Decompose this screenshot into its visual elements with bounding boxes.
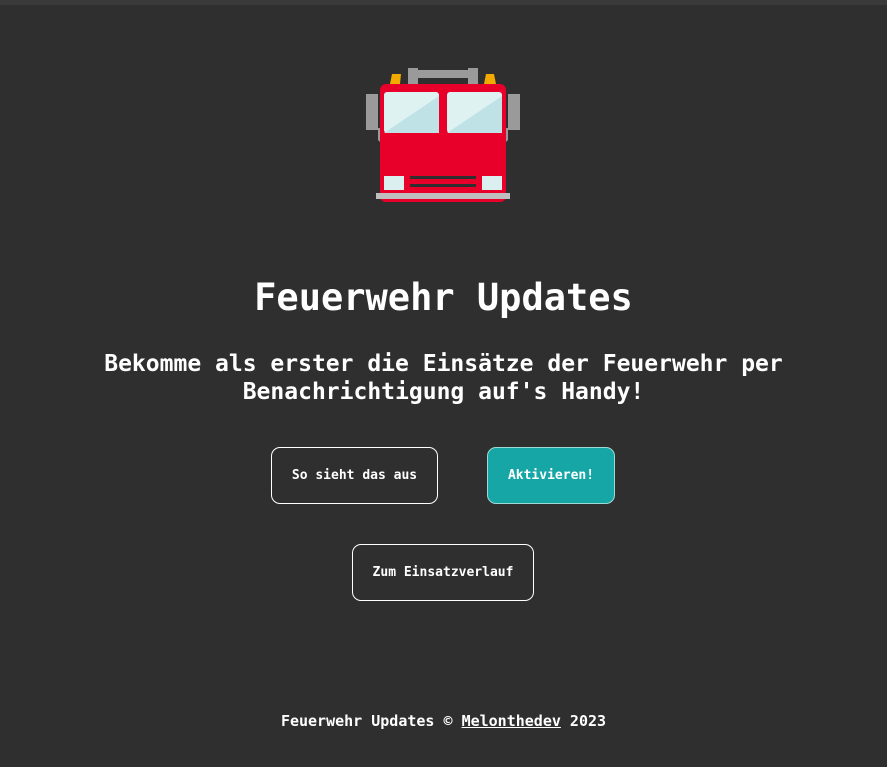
footer-prefix: Feuerwehr Updates © [280,712,462,730]
history-button[interactable]: Zum Einsatzverlauf [352,544,534,601]
activate-button[interactable]: Aktivieren! [487,447,615,504]
page-subtitle: Bekomme als erster die Einsätze der Feue… [104,351,783,405]
demo-button[interactable]: So sieht das aus [271,447,438,504]
fire-truck-icon [366,68,520,202]
top-bar [0,0,887,5]
author-link[interactable]: Melonthedev [462,712,561,730]
page: Feuerwehr Updates Bekomme als erster die… [0,0,887,767]
footer-suffix: 2023 [560,712,607,730]
footer: Feuerwehr Updates © Melonthedev 2023 [0,710,887,732]
page-title: Feuerwehr Updates [254,276,633,319]
